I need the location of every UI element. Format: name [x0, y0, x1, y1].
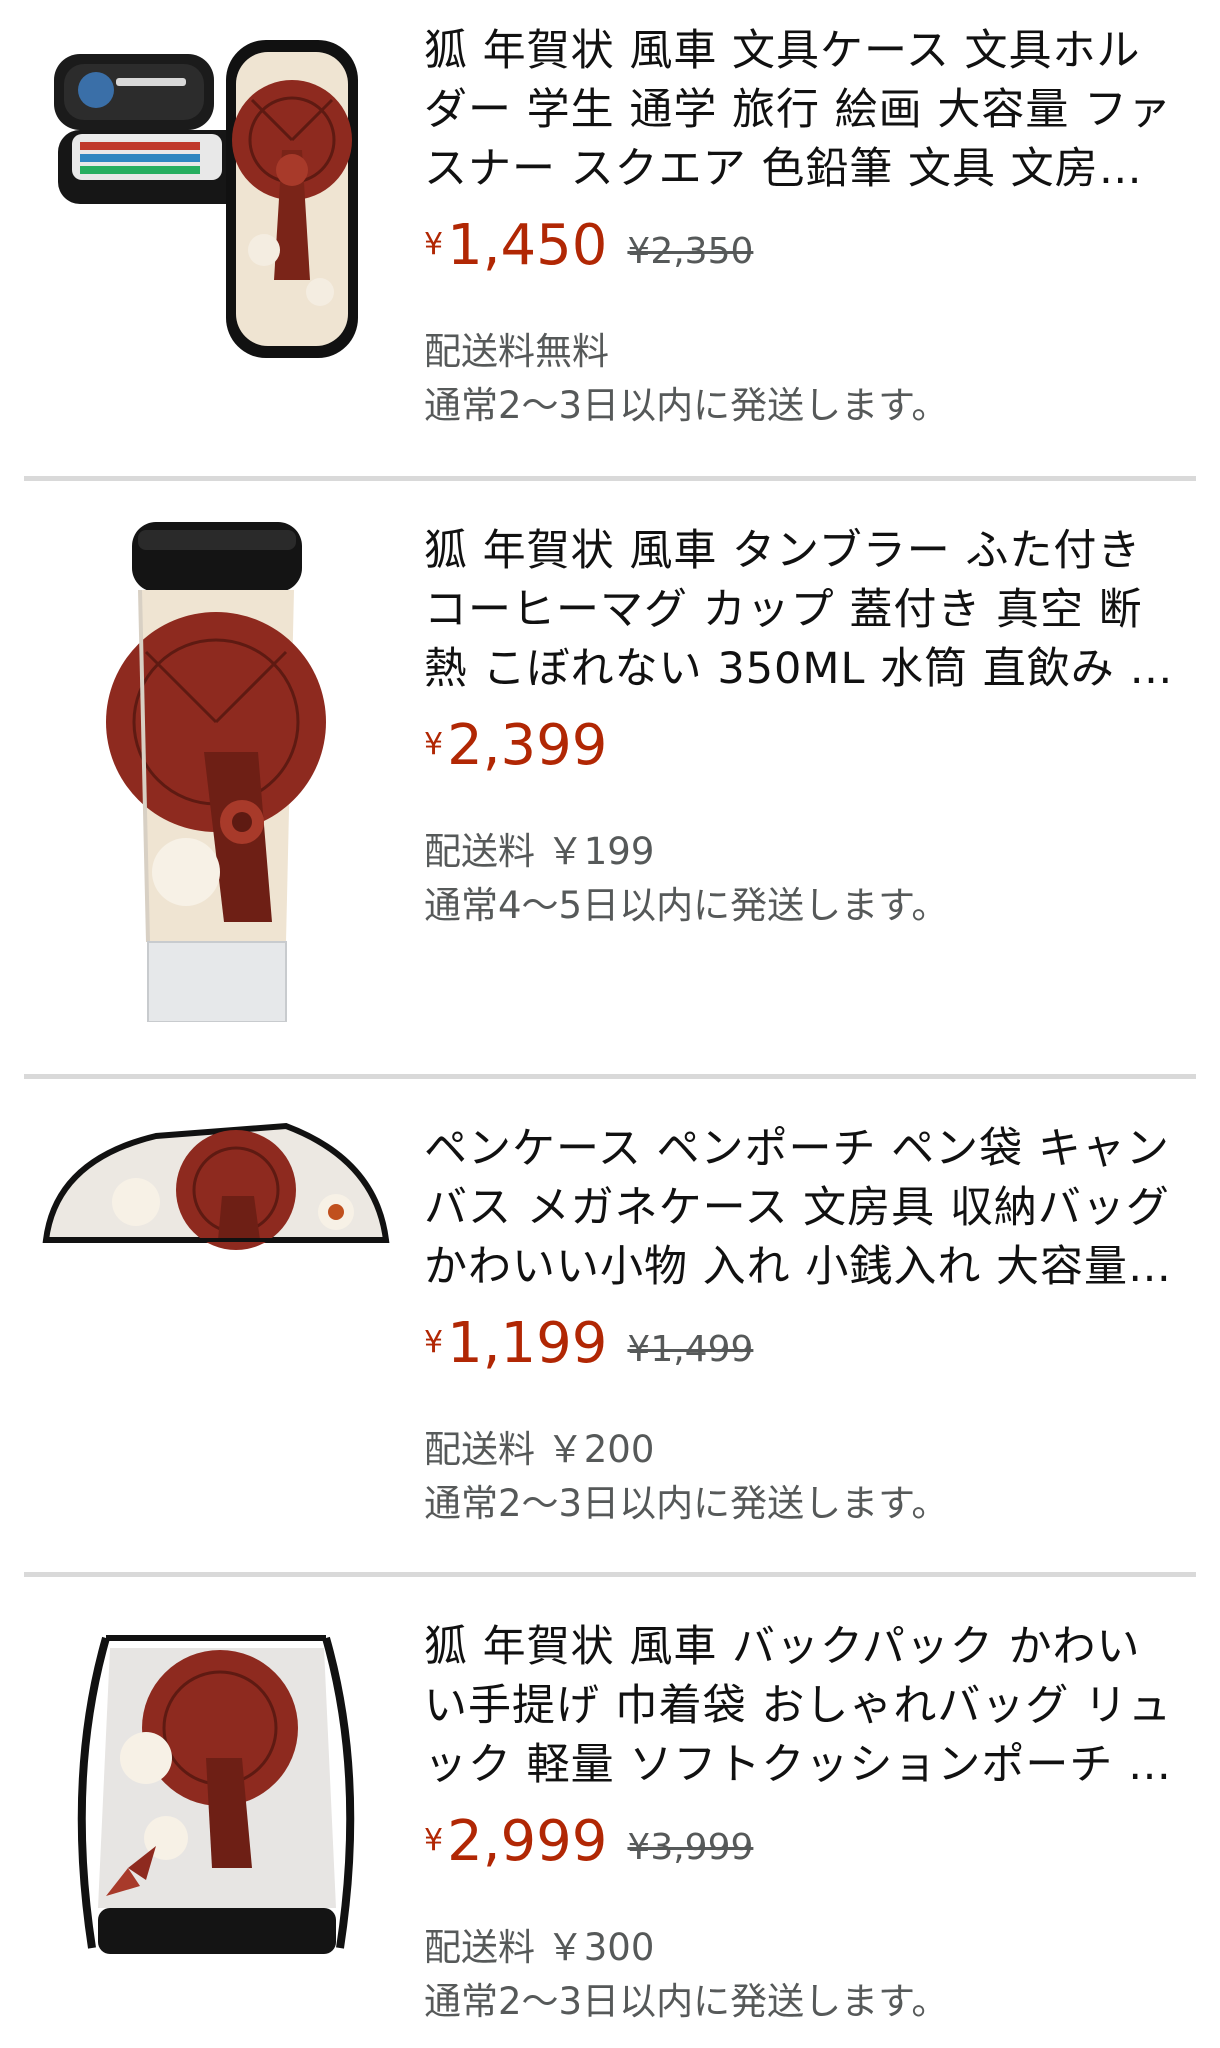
currency-symbol: ¥ [424, 727, 444, 762]
price-row: ¥ 2,999 ¥3,999 [424, 1809, 1184, 1899]
list-price: ¥1,499 [627, 1329, 754, 1370]
divider [24, 1572, 1196, 1577]
product-title[interactable]: ペンケース ペンポーチ ペン袋 キャンバス メガネケース 文房具 収納バッグ か… [424, 1120, 1184, 1297]
product-title[interactable]: 狐 年賀状 風車 文具ケース 文具ホルダー 学生 通学 旅行 絵画 大容量 ファ… [424, 22, 1184, 199]
product-image[interactable] [36, 1120, 398, 1260]
product-info: 狐 年賀状 風車 文具ケース 文具ホルダー 学生 通学 旅行 絵画 大容量 ファ… [424, 22, 1184, 433]
price-row: ¥ 2,399 [424, 713, 1184, 803]
product-price: 2,999 [447, 1809, 608, 1874]
delivery-estimate: 通常2～3日以内に発送します。 [424, 1980, 949, 2023]
currency-symbol: ¥ [424, 1823, 444, 1858]
search-results-list: 狐 年賀状 風車 文具ケース 文具ホルダー 学生 通学 旅行 絵画 大容量 ファ… [0, 0, 1220, 2048]
product-title[interactable]: 狐 年賀状 風車 バックパック かわいい手提げ 巾着袋 おしゃれバッグ リュック… [424, 1618, 1184, 1795]
delivery-estimate: 通常2～3日以内に発送します。 [424, 384, 949, 427]
delivery-estimate: 通常4～5日以内に発送します。 [424, 884, 949, 927]
shipping-fee: 配送料 ￥300 [424, 1926, 655, 1969]
product-info: ペンケース ペンポーチ ペン袋 キャンバス メガネケース 文房具 収納バッグ か… [424, 1120, 1184, 1531]
product-item[interactable]: ペンケース ペンポーチ ペン袋 キャンバス メガネケース 文房具 収納バッグ か… [24, 1120, 1196, 1560]
drawstring-backpack-icon [77, 1635, 355, 1954]
product-info: 狐 年賀状 風車 タンブラー ふた付き コーヒーマグ カップ 蓋付き 真空 断熱… [424, 522, 1184, 933]
price-row: ¥ 1,450 ¥2,350 [424, 213, 1184, 303]
divider [24, 476, 1196, 481]
product-image[interactable] [36, 30, 398, 360]
currency-symbol: ¥ [424, 227, 444, 262]
product-item[interactable]: 狐 年賀状 風車 タンブラー ふた付き コーヒーマグ カップ 蓋付き 真空 断熱… [24, 522, 1196, 1022]
product-image[interactable] [36, 1618, 398, 1958]
product-price: 1,450 [447, 213, 608, 278]
product-item[interactable]: 狐 年賀状 風車 バックパック かわいい手提げ 巾着袋 おしゃれバッグ リュック… [24, 1618, 1196, 2048]
price-row: ¥ 1,199 ¥1,499 [424, 1311, 1184, 1401]
product-price: 2,399 [447, 713, 608, 778]
tumbler-icon [106, 522, 326, 1022]
product-info: 狐 年賀状 風車 バックパック かわいい手提げ 巾着袋 おしゃれバッグ リュック… [424, 1618, 1184, 2029]
product-item[interactable]: 狐 年賀状 風車 文具ケース 文具ホルダー 学生 通学 旅行 絵画 大容量 ファ… [24, 22, 1196, 442]
divider [24, 1074, 1196, 1079]
pen-pouch-icon [42, 1122, 390, 1250]
product-price: 1,199 [447, 1311, 608, 1376]
shipping-fee: 配送料 ￥199 [424, 830, 655, 873]
pencil-case-icon [54, 40, 358, 358]
product-title[interactable]: 狐 年賀状 風車 タンブラー ふた付き コーヒーマグ カップ 蓋付き 真空 断熱… [424, 522, 1184, 699]
delivery-estimate: 通常2～3日以内に発送します。 [424, 1482, 949, 1525]
product-image[interactable] [36, 522, 398, 1022]
shipping-fee: 配送料無料 [424, 330, 609, 373]
list-price: ¥3,999 [627, 1827, 754, 1868]
shipping-fee: 配送料 ￥200 [424, 1428, 655, 1471]
list-price: ¥2,350 [627, 231, 754, 272]
currency-symbol: ¥ [424, 1325, 444, 1360]
